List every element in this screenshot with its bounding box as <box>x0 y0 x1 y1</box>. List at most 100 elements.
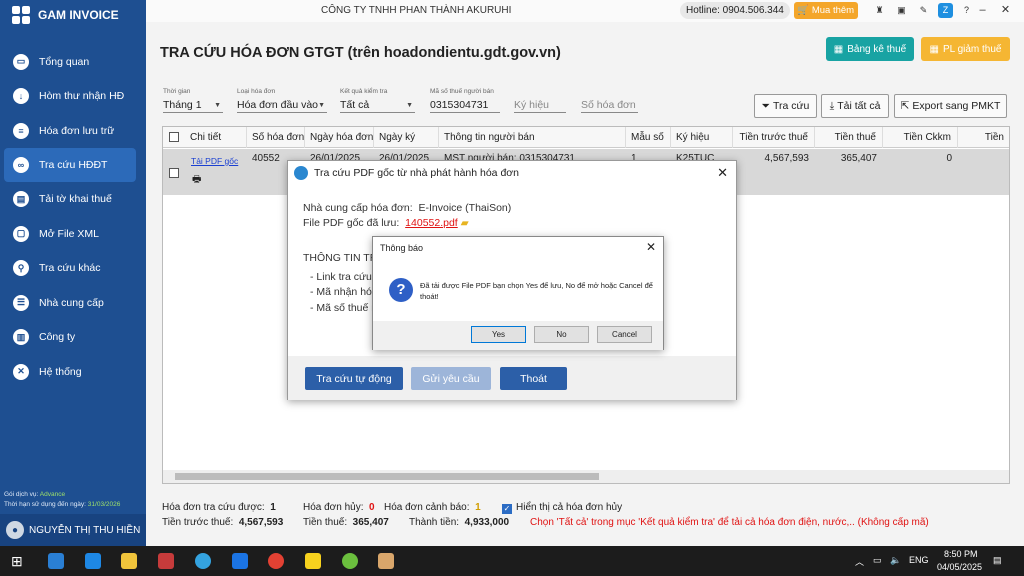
seller-tax-input[interactable]: 0315304731 <box>430 98 500 113</box>
row-checkbox[interactable] <box>169 168 179 178</box>
chevron-up-icon[interactable]: ︿ <box>855 555 864 568</box>
col-header[interactable]: Ký hiệu <box>671 127 733 148</box>
pdf-link[interactable]: Tải PDF gốc <box>186 151 246 172</box>
col-header[interactable]: Tiền trước thuế <box>733 127 815 148</box>
exit-button[interactable]: Thoát <box>500 367 567 390</box>
company-name: CÔNG TY TNHH PHAN THÀNH AKURUHI <box>321 5 512 16</box>
sidebar: GAM INVOICE ▭ Tổng quan ↓ Hòm thư nhận HĐ … <box>0 0 146 546</box>
tax-reduction-button[interactable]: ▦ PL giảm thuế <box>921 37 1010 61</box>
edit-icon[interactable]: ✎ <box>916 3 931 18</box>
close-window-icon[interactable]: ✕ <box>998 3 1013 18</box>
printer-icon[interactable]: 🖶 <box>187 170 207 191</box>
select-all-checkbox[interactable] <box>169 132 179 142</box>
close-icon[interactable]: ✕ <box>717 165 728 181</box>
col-header[interactable]: Chi tiết <box>185 127 247 148</box>
service-value: Advance <box>39 491 66 498</box>
file-link[interactable]: 140552.pdf <box>405 217 458 229</box>
col-header[interactable]: Ngày hóa đơn <box>305 127 374 148</box>
notification-icon[interactable]: ▤ <box>993 555 1002 566</box>
export-button[interactable]: ⇱ Export sang PMKT <box>894 94 1007 118</box>
invoice-type-filter[interactable]: Loại hóa đơn Hóa đơn đầu vào ▼ <box>237 88 327 113</box>
number-filter[interactable]: Số hóa đơn <box>581 88 638 113</box>
sidebar-item-he-thong[interactable]: ✕ Hệ thống <box>0 355 146 389</box>
buy-more-button[interactable]: 🛒 Mua thêm <box>794 2 859 19</box>
sidebar-item-hoa-don-luu-tru[interactable]: ≡ Hóa đơn lưu trữ <box>0 114 146 148</box>
paint-icon[interactable] <box>378 553 394 569</box>
symbol-input[interactable]: Ký hiệu <box>514 98 566 113</box>
minimize-icon[interactable]: – <box>975 3 990 18</box>
symbol-filter[interactable]: Ký hiệu <box>514 88 566 113</box>
invoice-type-select[interactable]: Hóa đơn đầu vào ▼ <box>237 98 327 113</box>
provider-label: Nhà cung cấp hóa đơn: <box>303 202 413 214</box>
folder-icon: ▢ <box>13 225 29 242</box>
sidebar-item-tra-cuu-khac[interactable]: ⚲ Tra cứu khác <box>0 251 146 285</box>
notification-message: Đã tải được File PDF bạn chọn Yes để lưu… <box>420 281 653 301</box>
show-cancelled-label: Hiển thị cả hóa đơn hủy <box>516 502 623 513</box>
clock-time[interactable]: 8:50 PM <box>944 549 978 559</box>
user-panel[interactable]: ● NGUYỄN THỊ THU HIỀN <box>0 514 146 546</box>
sidebar-item-nha-cung-cap[interactable]: ☰ Nhà cung cấp <box>0 286 146 320</box>
download-all-button[interactable]: ⤓ Tải tất cả <box>821 94 889 118</box>
sidebar-item-mo-file-xml[interactable]: ▢ Mở File XML <box>0 217 146 251</box>
speaker-icon[interactable]: 🔈 <box>890 555 901 566</box>
yes-button[interactable]: Yes <box>471 326 526 343</box>
tax-list-button[interactable]: ▦ Bảng kê thuế <box>826 37 914 61</box>
pre-tax-value: 4,567,593 <box>238 517 284 528</box>
period-select[interactable]: Tháng 1 ▼ <box>163 98 223 113</box>
app-icon-1[interactable] <box>48 553 64 569</box>
chrome-icon[interactable] <box>268 553 284 569</box>
chat-icon[interactable]: ▣ <box>894 3 909 18</box>
sidebar-item-tra-cuu-hddt[interactable]: ∞ Tra cứu HĐĐT <box>4 147 136 182</box>
sticky-notes-icon[interactable] <box>305 553 321 569</box>
cart-icon: 🛒 <box>797 5 809 16</box>
result-value: Tất cả <box>340 99 370 111</box>
help-icon[interactable]: ? <box>959 3 974 18</box>
gam-invoice-icon[interactable] <box>195 553 211 569</box>
user-shield-icon[interactable]: ♜ <box>872 3 887 18</box>
file-explorer-icon[interactable] <box>121 553 137 569</box>
info-link: - Link tra cứu: <box>310 271 375 283</box>
sidebar-item-cong-ty[interactable]: ▥ Công ty <box>0 320 146 354</box>
col-header[interactable]: Mẫu số <box>626 127 671 148</box>
dropbox-icon[interactable] <box>85 553 101 569</box>
send-request-button[interactable]: Gửi yêu cầu <box>411 367 491 390</box>
file-line: File PDF gốc đã lưu: 140552.pdf ▰ <box>303 217 469 229</box>
result-filter[interactable]: Kết quả kiểm tra Tất cả ▼ <box>340 88 415 113</box>
zalo-icon[interactable] <box>232 553 248 569</box>
col-header[interactable]: Ngày ký <box>374 127 439 148</box>
network-icon[interactable]: ▭ <box>873 555 882 566</box>
windows-start-icon[interactable]: ⊞ <box>11 553 27 569</box>
sidebar-item-label: Hệ thống <box>39 365 82 378</box>
no-button[interactable]: No <box>534 326 589 343</box>
col-header[interactable]: Tiền Ckkm <box>883 127 958 148</box>
horizontal-scrollbar[interactable] <box>163 470 1009 483</box>
result-select[interactable]: Tất cả ▼ <box>340 98 415 113</box>
seller-tax-filter[interactable]: Mã số thuế người bán 0315304731 <box>430 88 500 113</box>
col-header[interactable]: Tiền <box>958 127 1009 148</box>
zalo-icon[interactable]: Z <box>938 3 953 18</box>
app-icon-2[interactable] <box>158 553 174 569</box>
buy-more-label: Mua thêm <box>811 5 855 16</box>
cancel-button[interactable]: Cancel <box>597 326 652 343</box>
show-cancelled-checkbox[interactable]: ✓ Hiển thị cả hóa đơn hủy <box>502 502 622 514</box>
period-filter[interactable]: Thời gian Tháng 1 ▼ <box>163 88 223 113</box>
close-icon[interactable]: ✕ <box>646 240 656 254</box>
folder-open-icon[interactable]: ▰ <box>461 217 469 229</box>
sidebar-item-hom-thu[interactable]: ↓ Hòm thư nhận HĐ <box>0 79 146 113</box>
col-header[interactable]: Tiền thuế <box>815 127 883 148</box>
clock-date[interactable]: 04/05/2025 <box>937 562 982 572</box>
lookup-button[interactable]: ⏷ Tra cứu <box>754 94 817 118</box>
number-placeholder: Số hóa đơn <box>581 99 636 111</box>
auto-lookup-button[interactable]: Tra cứu tự động <box>305 367 403 390</box>
seller-tax-value: 0315304731 <box>430 99 489 111</box>
number-input[interactable]: Số hóa đơn <box>581 98 638 113</box>
language-indicator[interactable]: ENG <box>909 555 929 565</box>
sidebar-item-tai-to-khai[interactable]: ▤ Tải tờ khai thuế <box>0 182 146 216</box>
scrollbar-thumb[interactable] <box>175 473 599 480</box>
app-icon-3[interactable] <box>342 553 358 569</box>
col-header[interactable]: Thông tin người bán <box>439 127 626 148</box>
service-info: Gói dịch vụ: Advance Thời hạn sử dụng đế… <box>4 490 120 510</box>
pdf-link-text[interactable]: Tải PDF gốc <box>191 156 238 166</box>
sidebar-item-tong-quan[interactable]: ▭ Tổng quan <box>0 45 146 79</box>
col-header[interactable]: Số hóa đơn <box>247 127 305 148</box>
